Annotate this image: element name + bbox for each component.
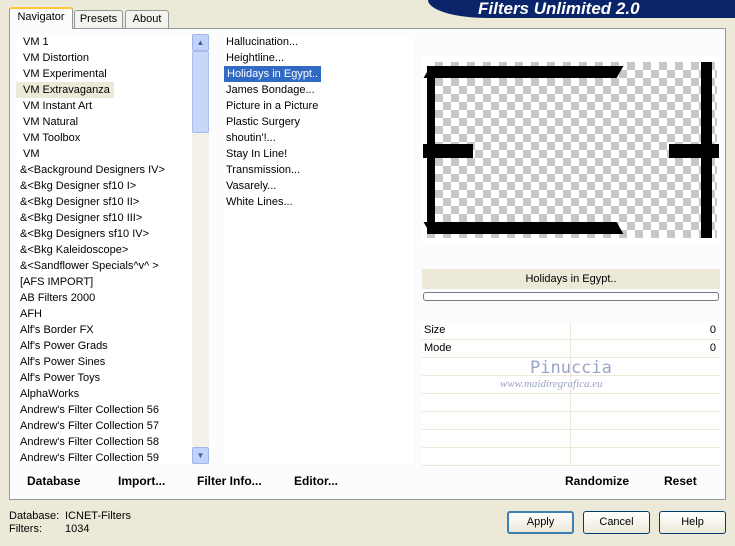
category-item[interactable]: Alf's Power Sines xyxy=(16,354,192,370)
import-button[interactable]: Import... xyxy=(118,474,165,488)
preview-bar-mid-left xyxy=(423,144,473,158)
category-item[interactable]: Andrew's Filter Collection 58 xyxy=(16,434,192,450)
category-item[interactable]: VM Instant Art xyxy=(16,98,192,114)
param-label: Size xyxy=(424,324,446,336)
cancel-button[interactable]: Cancel xyxy=(583,511,650,534)
category-item[interactable]: VM Experimental xyxy=(16,66,192,82)
filter-item[interactable]: Holidays in Egypt.. xyxy=(224,66,322,82)
filter-item[interactable]: Stay In Line! xyxy=(224,146,414,162)
database-label: Database: xyxy=(9,510,60,522)
category-item[interactable]: &<Background Designers IV> xyxy=(16,162,192,178)
param-row-mode[interactable]: Mode 0 xyxy=(422,340,720,358)
scroll-thumb[interactable] xyxy=(192,51,209,133)
category-item[interactable]: Andrew's Filter Collection 59 xyxy=(16,450,192,464)
help-button[interactable]: Help xyxy=(659,511,726,534)
category-item[interactable]: VM Toolbox xyxy=(16,130,192,146)
filters-label: Filters: xyxy=(9,523,42,535)
category-item[interactable]: &<Sandflower Specials^v^ > xyxy=(16,258,192,274)
preview-bar-bottom xyxy=(423,222,624,234)
filter-info-button[interactable]: Filter Info... xyxy=(197,474,262,488)
preview-bar-mid-right xyxy=(669,144,719,158)
category-item[interactable]: VM Extravaganza xyxy=(16,82,114,98)
param-row-empty xyxy=(422,412,720,430)
category-item[interactable]: &<Bkg Designer sf10 I> xyxy=(16,178,192,194)
randomize-button[interactable]: Randomize xyxy=(565,474,629,488)
app-title: Filters Unlimited 2.0 xyxy=(478,0,640,18)
category-item[interactable]: AFH xyxy=(16,306,192,322)
progress-bar xyxy=(423,292,719,301)
scroll-down-icon[interactable]: ▼ xyxy=(192,447,209,464)
database-value: ICNET-Filters xyxy=(65,510,131,522)
tab-about[interactable]: About xyxy=(125,10,169,28)
filter-item[interactable]: Vasarely... xyxy=(224,178,414,194)
tab-navigator[interactable]: Navigator xyxy=(9,7,73,29)
app-title-banner: Filters Unlimited 2.0 xyxy=(428,0,735,18)
filter-item[interactable]: Hallucination... xyxy=(224,34,414,50)
selected-filter-name: Holidays in Egypt.. xyxy=(422,269,720,289)
category-item[interactable]: AB Filters 2000 xyxy=(16,290,192,306)
category-item[interactable]: Alf's Border FX xyxy=(16,322,192,338)
tab-presets[interactable]: Presets xyxy=(74,10,123,28)
parameters-panel: Size 0 Mode 0 xyxy=(422,322,720,466)
param-value: 0 xyxy=(709,324,716,336)
filter-item[interactable]: James Bondage... xyxy=(224,82,414,98)
preview-image xyxy=(423,62,719,238)
editor-button[interactable]: Editor... xyxy=(294,474,338,488)
filter-item[interactable]: shoutin'!... xyxy=(224,130,414,146)
filter-item[interactable]: Transmission... xyxy=(224,162,414,178)
database-button[interactable]: Database xyxy=(27,474,80,488)
category-item[interactable]: VM 1 xyxy=(16,34,192,50)
category-item[interactable]: Alf's Power Grads xyxy=(16,338,192,354)
category-scrollbar[interactable]: ▲ ▼ xyxy=(192,34,209,464)
reset-button[interactable]: Reset xyxy=(664,474,697,488)
filter-item[interactable]: Plastic Surgery xyxy=(224,114,414,130)
category-item[interactable]: VM xyxy=(16,146,192,162)
category-item[interactable]: &<Bkg Kaleidoscope> xyxy=(16,242,192,258)
param-divider xyxy=(570,322,571,464)
category-item[interactable]: AlphaWorks xyxy=(16,386,192,402)
param-row-empty xyxy=(422,394,720,412)
watermark-url: www.maidiregrafica.eu xyxy=(500,378,603,390)
category-item[interactable]: &<Bkg Designer sf10 II> xyxy=(16,194,192,210)
category-item[interactable]: Alf's Power Toys xyxy=(16,370,192,386)
filter-item[interactable]: White Lines... xyxy=(224,194,414,210)
watermark-name: Pinuccia xyxy=(530,358,612,378)
scroll-up-icon[interactable]: ▲ xyxy=(192,34,209,51)
filter-item[interactable]: Heightline... xyxy=(224,50,414,66)
category-item[interactable]: Andrew's Filter Collection 56 xyxy=(16,402,192,418)
category-list[interactable]: VM 1 VM Distortion VM Experimental VM Extra… xyxy=(16,34,192,464)
apply-button[interactable]: Apply xyxy=(507,511,574,534)
category-item[interactable]: [AFS IMPORT] xyxy=(16,274,192,290)
param-label: Mode xyxy=(424,342,452,354)
filters-count: 1034 xyxy=(65,523,90,535)
param-value: 0 xyxy=(709,342,716,354)
category-item[interactable]: VM Natural xyxy=(16,114,192,130)
category-item[interactable]: &<Bkg Designer sf10 III> xyxy=(16,210,192,226)
category-item[interactable]: VM Distortion xyxy=(16,50,192,66)
category-item[interactable]: &<Bkg Designers sf10 IV> xyxy=(16,226,192,242)
category-item[interactable]: Andrew's Filter Collection 57 xyxy=(16,418,192,434)
preview-bar-top xyxy=(423,66,624,78)
filter-list[interactable]: Hallucination... Heightline... Holidays in… xyxy=(224,34,414,464)
param-row-size[interactable]: Size 0 xyxy=(422,322,720,340)
filter-item[interactable]: Picture in a Picture xyxy=(224,98,414,114)
param-row-empty xyxy=(422,430,720,448)
param-row-empty xyxy=(422,448,720,466)
